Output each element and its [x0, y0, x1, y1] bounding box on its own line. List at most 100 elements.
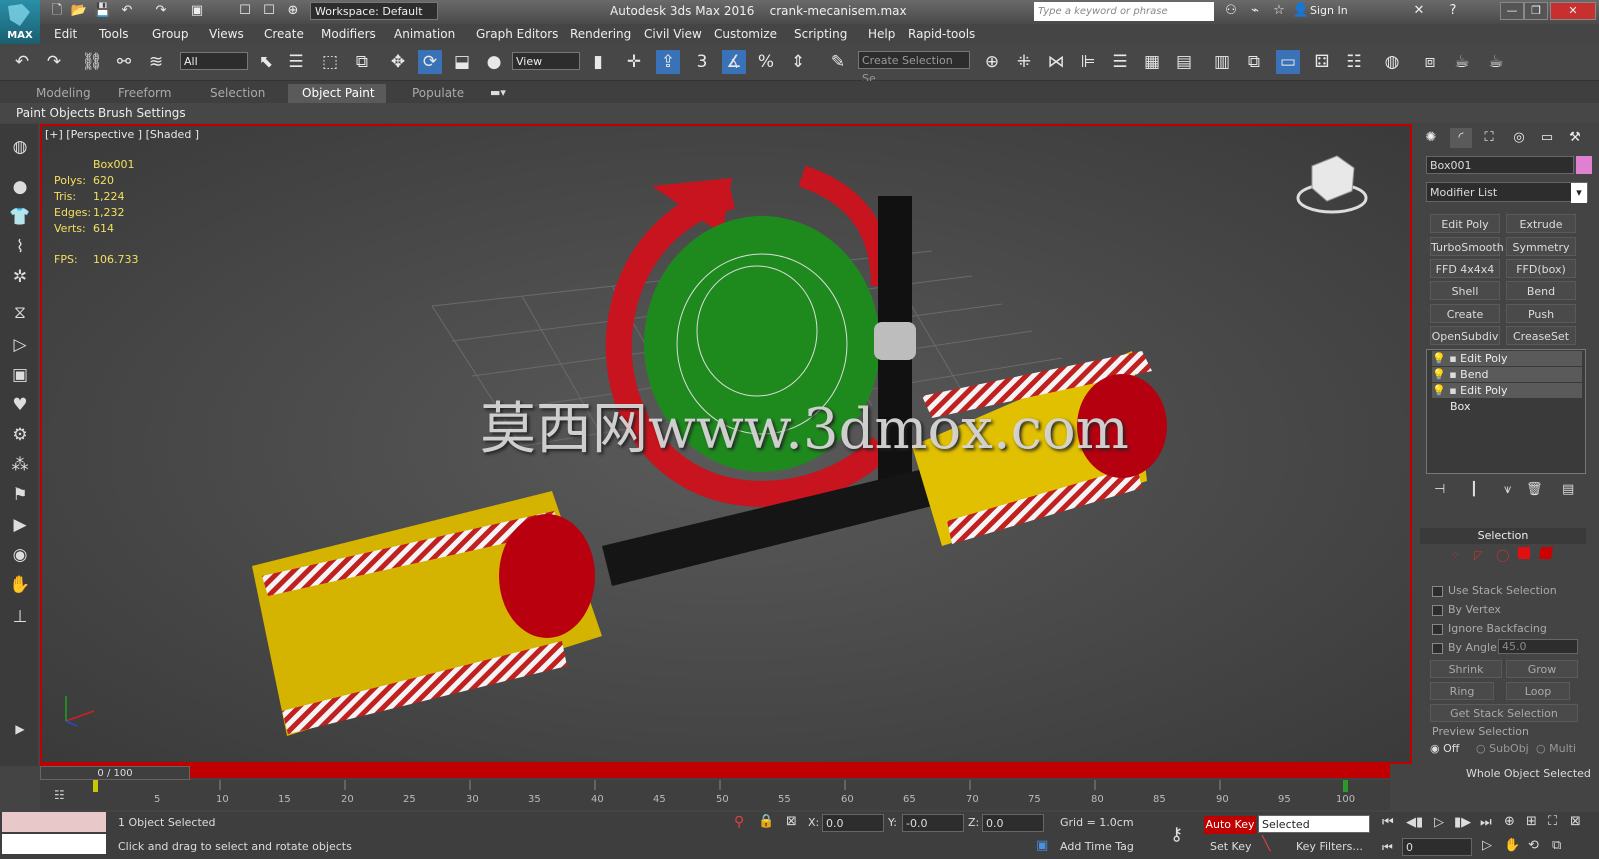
vertex-icon[interactable]: ⁘ [1450, 548, 1460, 562]
maxscript-listener-pink[interactable] [2, 812, 106, 832]
motion-tab-icon[interactable]: ◎ [1508, 128, 1530, 148]
selection-filter-dropdown[interactable]: All [180, 52, 248, 70]
zoom-all-icon[interactable]: ⊞ [1526, 814, 1537, 829]
particles-icon[interactable]: ✲ [7, 264, 33, 290]
display-tab-icon[interactable]: ▭ [1536, 128, 1558, 148]
current-frame-field[interactable]: 0 [1402, 838, 1472, 856]
rendered-frame-icon[interactable]: ◍ [1380, 50, 1404, 74]
key-mode-toggle-icon[interactable]: ⏮ [1382, 840, 1393, 855]
target-icon[interactable]: ⊕ [284, 3, 302, 19]
time-tag-icon[interactable]: ▣ [1036, 838, 1048, 853]
maxscript-listener-white[interactable] [2, 834, 106, 854]
paint-objects-button[interactable]: Paint Objects [16, 106, 95, 120]
modifier-button[interactable]: Push [1506, 304, 1576, 323]
globe-icon[interactable]: ◍ [7, 134, 33, 160]
mirror-icon[interactable]: ⊕ [980, 50, 1004, 74]
ribbon-toggle-icon[interactable]: ▥ [1210, 50, 1234, 74]
render-setup-icon[interactable]: ☷ [1342, 50, 1366, 74]
selection-set-dropdown[interactable]: Create Selection Se [858, 51, 970, 85]
material-editor-icon[interactable]: ⚃ [1310, 50, 1334, 74]
rotate-icon[interactable]: ⟳ [418, 50, 442, 74]
tab-freeform[interactable]: Freeform [118, 86, 171, 100]
checker-icon[interactable]: ▦ [1140, 50, 1164, 74]
window-crossing-icon[interactable]: ⧉ [350, 50, 374, 74]
maximize-viewport-icon[interactable]: ⧉ [1552, 838, 1561, 853]
modifier-list-dropdown[interactable]: Modifier List ▾ [1426, 182, 1588, 203]
pin-stack-icon[interactable]: ⊣ [1434, 482, 1445, 497]
layer-icon[interactable]: ☰ [1108, 50, 1132, 74]
remove-modifier-icon[interactable]: 🗑 [1526, 482, 1543, 497]
modifier-button[interactable]: CreaseSet [1506, 326, 1576, 345]
modifier-button[interactable]: Create Holes [1430, 304, 1500, 340]
loop-button[interactable]: Loop [1506, 682, 1570, 700]
menu-views[interactable]: Views [209, 27, 244, 41]
time-slider-track[interactable] [40, 764, 1390, 778]
modifier-button[interactable]: Shell [1430, 281, 1500, 300]
keyboard-shortcut-icon[interactable]: ⇪ [656, 50, 680, 74]
menu-modifiers[interactable]: Modifiers [321, 27, 376, 41]
show-end-result-icon[interactable]: ┃ [1470, 482, 1478, 497]
menu-civil-view[interactable]: Civil View [644, 27, 702, 41]
maximize-button[interactable]: ❐ [1524, 2, 1548, 20]
scale-icon[interactable]: ⬓ [450, 50, 474, 74]
zoom-extents-icon[interactable]: ⛶ [1548, 814, 1557, 829]
go-to-start-icon[interactable]: ⏮ [1382, 815, 1394, 830]
selection-rollout-header[interactable]: Selection [1420, 528, 1586, 544]
move-icon[interactable]: ✥ [386, 50, 410, 74]
connect-icon[interactable]: ⌁ [1246, 3, 1264, 19]
keyframe-icon[interactable]: ⧖ [7, 300, 33, 326]
utilities-tab-icon[interactable]: ⚒ [1564, 128, 1586, 148]
modifier-button[interactable]: TurboSmooth [1430, 237, 1504, 256]
link-icon[interactable]: ⛓ [80, 50, 104, 74]
percent-snap-icon[interactable]: % [754, 50, 778, 74]
preview-off-radio[interactable]: ◉ Off [1430, 742, 1459, 755]
app-logo[interactable]: MAX [0, 0, 40, 44]
help-icon[interactable]: ? [1444, 3, 1462, 19]
user-icon[interactable]: 👤 [1292, 3, 1310, 19]
auto-key-button[interactable]: Auto Key [1204, 816, 1256, 834]
by-vertex-checkbox[interactable] [1432, 605, 1443, 616]
track-bar[interactable] [40, 780, 1390, 810]
project-icon[interactable]: ▣ [188, 3, 206, 19]
menu-animation[interactable]: Animation [394, 27, 455, 41]
set-key-button[interactable]: Set Key [1210, 840, 1252, 853]
hose-icon[interactable]: ⌇ [7, 234, 33, 260]
mirror-tool-icon[interactable]: ⋈ [1044, 50, 1068, 74]
unlink-icon[interactable]: ⚯ [112, 50, 136, 74]
lock-icon[interactable]: 🔒 [758, 814, 774, 829]
key-filters-button[interactable]: Key Filters... [1296, 840, 1363, 853]
walk-icon[interactable]: ▶ [7, 512, 33, 538]
ring-button[interactable]: Ring [1430, 682, 1494, 700]
tab-object-paint[interactable]: Object Paint [302, 86, 375, 100]
play-icon[interactable]: ▷ [7, 332, 33, 358]
select-object-icon[interactable]: ⬉ [254, 50, 278, 74]
reference-coordinate-dropdown[interactable]: View [512, 52, 580, 70]
modifier-button[interactable]: Symmetry [1506, 237, 1576, 256]
axis-icon[interactable]: ⊥ [7, 604, 33, 630]
undo-icon[interactable]: ↶ [10, 50, 34, 74]
tab-selection[interactable]: Selection [210, 86, 265, 100]
hand-icon[interactable]: ✋ [7, 572, 33, 598]
shirt-icon[interactable]: 👕 [7, 204, 33, 230]
ribbon-options-icon[interactable]: ▬▾ [490, 86, 506, 99]
minimize-button[interactable]: — [1500, 2, 1524, 20]
get-stack-selection-button[interactable]: Get Stack Selection [1430, 704, 1578, 722]
edge-icon[interactable]: ◸ [1474, 548, 1483, 562]
menu-scripting[interactable]: Scripting [794, 27, 847, 41]
teapot-icon[interactable]: ☕ [1450, 50, 1474, 74]
field-of-view-icon[interactable]: ▷ [1482, 838, 1492, 853]
menu-create[interactable]: Create [264, 27, 304, 41]
modifier-button[interactable]: Extrude [1506, 214, 1576, 233]
bind-space-warp-icon[interactable]: ≋ [144, 50, 168, 74]
polygon-icon[interactable] [1518, 547, 1530, 559]
redo-icon[interactable]: ↷ [152, 3, 170, 19]
star-icon[interactable]: ☆ [1270, 3, 1288, 19]
stack-item[interactable]: 💡 ▪ Bend [1432, 367, 1582, 382]
time-slider[interactable]: 0 / 100 [40, 766, 190, 780]
modifier-button[interactable]: FFD 4x4x4 [1430, 259, 1500, 278]
pan-icon[interactable]: ✋ [1504, 838, 1520, 853]
border-icon[interactable]: ◯ [1496, 548, 1509, 562]
preview-multi-radio[interactable]: ○ Multi [1536, 742, 1576, 755]
zoom-extents-all-icon[interactable]: ⊠ [1570, 814, 1581, 829]
key-icon[interactable]: ⚷ [1170, 824, 1183, 845]
